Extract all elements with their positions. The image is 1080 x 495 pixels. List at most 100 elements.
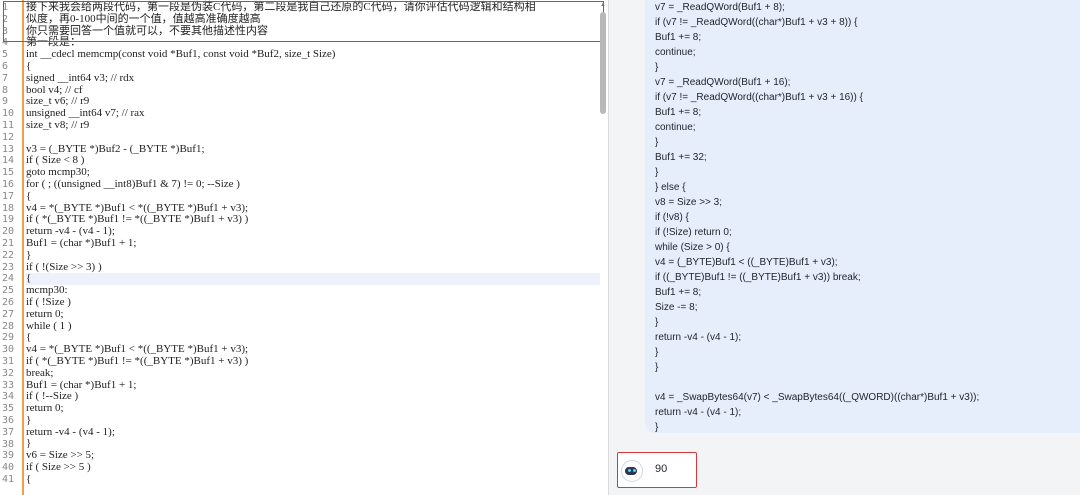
message-code-line: v8 = Size >> 3; [655, 197, 722, 208]
code-line: { [26, 472, 32, 485]
code-line: int __cdecl memcmp(const void *Buf1, con… [26, 48, 336, 61]
code-line: v6 = Size >> 5; [26, 449, 95, 462]
message-code-line: while (Size > 0) { [655, 242, 730, 253]
line-number: 36 [2, 415, 15, 426]
code-line: return 0; [26, 402, 64, 415]
line-number: 38 [2, 438, 15, 450]
code-line: } [26, 248, 32, 261]
code-text-area[interactable]: 接下来我会给两段代码，第一段是伪装C代码，第二段是我自己还原的C代码，请你评估代… [26, 1, 600, 486]
code-line: 你只需要回答一个值就可以，不要其他描述性内容 [26, 24, 268, 37]
line-number: 7 [2, 72, 9, 84]
message-bubble: v7 = _ReadQWord(Buf1 + 8); if (v7 != _Rea… [645, 0, 1080, 433]
line-number: 5 [2, 49, 9, 61]
message-code-line: Size -= 8; [655, 302, 698, 313]
message-code-line: Buf1 += 32; [655, 152, 707, 163]
code-line: return 0; [26, 307, 64, 320]
code-line: size_t v8; // r9 [26, 118, 90, 131]
message-code-line: return -v4 - (v4 - 1); [655, 332, 742, 343]
line-number: 24 [2, 273, 15, 285]
code-line: for ( ; ((unsigned __int8)Buf1 & 7) != 0… [26, 177, 240, 190]
message-code-line: } [655, 137, 659, 148]
robot-eye-right [633, 469, 636, 472]
message-code-line: } [655, 362, 659, 373]
line-number: 17 [2, 190, 15, 202]
line-number: 30 [2, 344, 15, 356]
line-number: 23 [2, 261, 15, 273]
line-number: 32 [2, 367, 15, 379]
code-line: while ( 1 ) [26, 319, 72, 332]
line-number: 9 [2, 96, 9, 108]
code-line: if ( Size < 8 ) [26, 154, 85, 167]
line-number: 33 [2, 379, 15, 391]
line-number: 27 [2, 308, 15, 320]
line-number: 21 [2, 238, 15, 249]
line-number: 25 [2, 285, 15, 297]
line-number: 11 [2, 120, 15, 131]
message-code-line: v7 = _ReadQWord(Buf1 + 8); [655, 2, 785, 13]
message-code-line: continue; [655, 47, 696, 58]
line-number: 28 [2, 320, 15, 332]
message-code-line: if (v7 != _ReadQWord((char*)Buf1 + v3 + … [655, 92, 863, 103]
scroll-up-arrow-icon[interactable]: ▲ [600, 2, 606, 8]
message-code-line: continue; [655, 122, 696, 133]
line-number: 37 [2, 426, 15, 438]
code-line: v3 = (_BYTE *)Buf2 - (_BYTE *)Buf1; [26, 142, 205, 155]
message-code-line: Buf1 += 8; [655, 32, 702, 43]
message-code-line: Buf1 += 8; [655, 107, 702, 118]
line-number: 10 [2, 108, 15, 120]
line-number-gutter: 1 2 3 4 5 6 7 8 9 10 11 12 13 14 15 16 17 18 19 20 21 22 23 24 2… [0, 0, 24, 495]
vertical-scrollbar[interactable] [600, 12, 606, 114]
message-code-line: v4 = _SwapBytes64(v7) < _SwapBytes64((_Q… [655, 392, 980, 403]
line-number: 6 [2, 61, 9, 72]
line-number: 31 [2, 356, 15, 367]
message-code-line: v7 = _ReadQWord(Buf1 + 16); [655, 77, 791, 88]
line-number: 26 [2, 297, 15, 308]
message-code-line: } [655, 62, 659, 73]
message-code-line: } [655, 167, 659, 178]
code-line: Buf1 = (char *)Buf1 + 1; [26, 236, 137, 249]
line-number: 34 [2, 391, 15, 403]
code-line: { [26, 59, 32, 72]
code-line: if ( !Size ) [26, 295, 71, 308]
line-number: 35 [2, 403, 15, 415]
line-number: 1 [2, 2, 9, 13]
message-code-line: if (!v8) { [655, 212, 689, 223]
code-line: break; [26, 366, 54, 379]
code-line: if ( Size >> 5 ) [26, 461, 91, 474]
message-code-line: if ((_BYTE)Buf1 != ((_BYTE)Buf1 + v3)) b… [655, 272, 861, 283]
line-number: 39 [2, 450, 15, 462]
line-number: 13 [2, 143, 15, 155]
code-line: signed __int64 v3; // rdx [26, 71, 135, 84]
message-code-line: } [655, 422, 659, 433]
line-number: 16 [2, 179, 15, 190]
code-line: { [26, 273, 600, 286]
code-line: bool v4; // cf [26, 83, 83, 96]
line-number: 41 [2, 474, 15, 485]
message-code-line: if (!Size) return 0; [655, 227, 732, 238]
message-code-line: } [655, 347, 659, 358]
chat-panel: v7 = _ReadQWord(Buf1 + 8); if (v7 != _Rea… [609, 0, 1080, 495]
message-code-line: if (v7 != _ReadQWord((char*)Buf1 + v3 + … [655, 17, 858, 28]
line-number: 20 [2, 226, 15, 238]
message-code-line: } else { [655, 182, 686, 193]
message-code-line: } [655, 317, 659, 328]
line-number: 3 [2, 25, 9, 37]
line-number: 18 [2, 202, 15, 214]
line-number: 2 [2, 13, 9, 25]
code-line: 似度，再0-100中间的一个值，值越高准确度越高 [26, 12, 261, 25]
message-code-line: Buf1 += 8; [655, 287, 702, 298]
line-number: 14 [2, 155, 15, 167]
code-line: } [26, 413, 32, 426]
line-number: 40 [2, 462, 15, 474]
code-line: if ( *(_BYTE *)Buf1 != *((_BYTE *)Buf1 +… [26, 354, 249, 367]
code-line: mcmp30: [26, 284, 68, 297]
line-number: 19 [2, 214, 15, 226]
code-line: { [26, 189, 32, 202]
line-number: 8 [2, 84, 9, 96]
line-number: 12 [2, 131, 15, 143]
line-number: 29 [2, 332, 15, 344]
line-number: 22 [2, 249, 15, 261]
code-editor[interactable]: 1 2 3 4 5 6 7 8 9 10 11 12 13 14 15 16 17 18 19 20 21 22 23 24 2… [0, 0, 609, 495]
robot-avatar-icon [621, 460, 643, 482]
